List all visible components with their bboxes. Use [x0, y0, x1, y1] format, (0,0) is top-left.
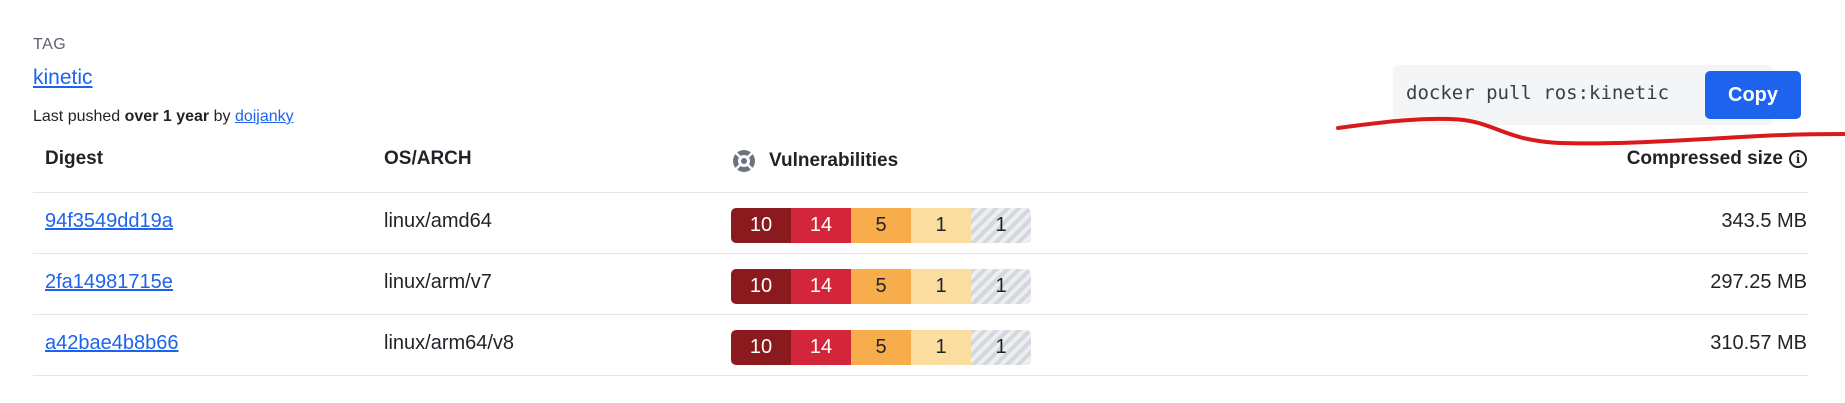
os-arch-value: linux/arm/v7 [384, 271, 492, 293]
compressed-size-value: 343.5 MB [1721, 210, 1807, 232]
row-divider [33, 375, 1808, 376]
high-count: 14 [791, 208, 851, 243]
high-count: 14 [791, 269, 851, 304]
tag-label: TAG [33, 36, 67, 53]
unspecified-count: 1 [971, 330, 1031, 365]
digest-link[interactable]: 2fa14981715e [45, 271, 173, 294]
pushed-prefix: Last pushed [33, 108, 125, 125]
critical-count: 10 [731, 269, 791, 304]
vulnerability-bar[interactable]: 10 14 5 1 1 [731, 269, 1031, 304]
medium-count: 5 [851, 330, 911, 365]
header-vulnerabilities-label: Vulnerabilities [769, 150, 899, 171]
pull-command-text[interactable]: docker pull ros:kinetic [1406, 82, 1669, 104]
vulnerability-bar[interactable]: 10 14 5 1 1 [731, 330, 1031, 365]
os-arch-value: linux/arm64/v8 [384, 332, 515, 354]
compressed-size-value: 310.57 MB [1710, 332, 1807, 354]
low-count: 1 [911, 269, 971, 304]
pull-command-box: docker pull ros:kinetic Copy [1393, 65, 1801, 125]
pushed-by-user-link[interactable]: doijanky [235, 108, 294, 125]
high-count: 14 [791, 330, 851, 365]
digest-link[interactable]: 94f3549dd19a [45, 210, 173, 233]
critical-count: 10 [731, 330, 791, 365]
low-count: 1 [911, 208, 971, 243]
medium-count: 5 [851, 208, 911, 243]
info-icon[interactable]: i [1789, 150, 1807, 168]
vulnerability-bar[interactable]: 10 14 5 1 1 [731, 208, 1031, 243]
medium-count: 5 [851, 269, 911, 304]
table-row: a42bae4b8b66 linux/arm64/v8 10 14 5 1 1 … [0, 315, 1845, 375]
header-compressed-size-label: Compressed size [1626, 148, 1783, 169]
tag-name-link[interactable]: kinetic [33, 66, 93, 90]
header-compressed-size[interactable]: Compressed size i [1627, 148, 1807, 170]
critical-count: 10 [731, 208, 791, 243]
header-os-arch[interactable]: OS/ARCH [384, 148, 472, 170]
last-pushed-info: Last pushed over 1 year by doijanky [33, 108, 294, 126]
unspecified-count: 1 [971, 269, 1031, 304]
digest-link[interactable]: a42bae4b8b66 [45, 332, 178, 355]
low-count: 1 [911, 330, 971, 365]
header-digest[interactable]: Digest [45, 148, 103, 170]
scout-icon [733, 150, 755, 172]
unspecified-count: 1 [971, 208, 1031, 243]
header-vulnerabilities[interactable]: Vulnerabilities [731, 148, 898, 174]
table-row: 2fa14981715e linux/arm/v7 10 14 5 1 1 29… [0, 254, 1845, 314]
pushed-when: over 1 year [124, 108, 210, 125]
pushed-by-prefix: by [209, 108, 235, 125]
copy-button[interactable]: Copy [1705, 71, 1801, 119]
os-arch-value: linux/amd64 [384, 210, 492, 232]
compressed-size-value: 297.25 MB [1710, 271, 1807, 293]
table-row: 94f3549dd19a linux/amd64 10 14 5 1 1 343… [0, 193, 1845, 253]
